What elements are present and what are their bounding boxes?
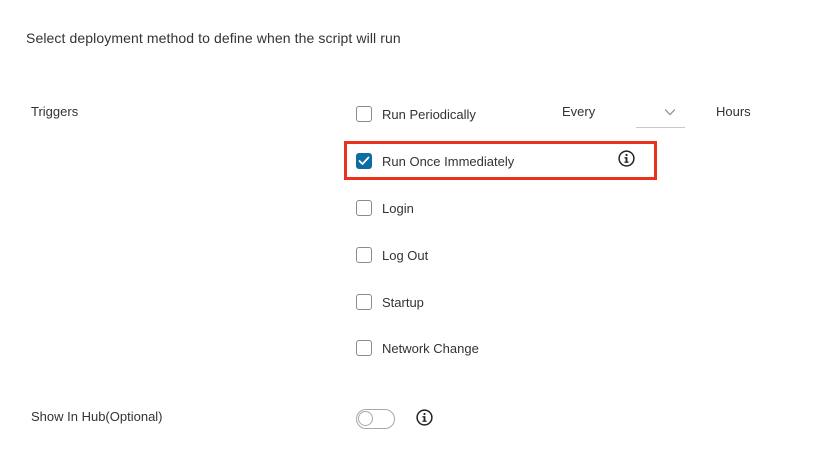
every-interval-dropdown[interactable] (636, 100, 685, 128)
network-change-checkbox[interactable] (356, 340, 372, 356)
log-out-checkbox[interactable] (356, 247, 372, 263)
every-label: Every (562, 104, 596, 119)
login-label: Login (382, 200, 414, 216)
show-in-hub-label: Show In Hub(Optional) (31, 409, 163, 424)
toggle-knob (358, 411, 373, 426)
trigger-login[interactable]: Login (356, 198, 414, 218)
startup-label: Startup (382, 294, 424, 310)
page-heading: Select deployment method to define when … (26, 30, 401, 46)
trigger-network-change[interactable]: Network Change (356, 338, 479, 358)
chevron-down-icon (664, 109, 676, 116)
hours-label: Hours (716, 104, 751, 119)
highlight-annotation-box (344, 141, 657, 180)
deployment-settings-page: Select deployment method to define when … (0, 0, 816, 456)
triggers-label: Triggers (31, 104, 79, 119)
show-in-hub-toggle[interactable] (356, 409, 395, 429)
network-change-label: Network Change (382, 340, 479, 356)
run-periodically-checkbox[interactable] (356, 106, 372, 122)
login-checkbox[interactable] (356, 200, 372, 216)
trigger-startup[interactable]: Startup (356, 292, 424, 312)
run-periodically-label: Run Periodically (382, 106, 476, 122)
log-out-label: Log Out (382, 247, 429, 263)
info-circle-icon[interactable] (416, 409, 433, 426)
trigger-run-periodically[interactable]: Run Periodically (356, 104, 476, 124)
startup-checkbox[interactable] (356, 294, 372, 310)
trigger-log-out[interactable]: Log Out (356, 245, 428, 265)
